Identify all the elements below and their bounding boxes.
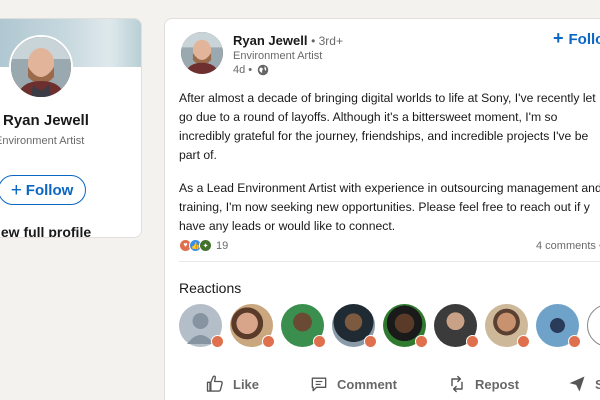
- love-badge-icon: [415, 335, 428, 348]
- post-paragraph: After almost a decade of bringing digita…: [179, 91, 596, 162]
- post-time: 4d •: [233, 64, 253, 76]
- post-card: Ryan Jewell • 3rd+ Environment Artist 4d…: [164, 18, 600, 400]
- comment-icon: [311, 377, 327, 392]
- globe-icon: [257, 64, 269, 76]
- love-badge-icon: [568, 335, 581, 348]
- author-avatar-photo: [181, 32, 223, 74]
- follow-button[interactable]: + Follow: [0, 175, 86, 205]
- post-author-name[interactable]: Ryan Jewell: [233, 33, 307, 48]
- love-badge-icon: [313, 335, 326, 348]
- like-button[interactable]: Like: [205, 374, 259, 394]
- post-author-headline: Environment Artist: [233, 50, 323, 62]
- post-actions-bar: Like Comment Repost S: [165, 364, 600, 400]
- reactor-avatar[interactable]: [434, 304, 479, 348]
- comments-count[interactable]: 4 comments •: [536, 240, 600, 252]
- reactor-avatar[interactable]: [179, 304, 224, 348]
- celebrate-icon: ✦: [199, 239, 212, 252]
- reactions-title: Reactions: [179, 280, 242, 296]
- profile-headline: Environment Artist: [0, 135, 85, 147]
- love-badge-icon: [466, 335, 479, 348]
- love-badge-icon: [211, 335, 224, 348]
- view-full-profile-link[interactable]: iew full profile: [0, 224, 91, 237]
- reactor-avatar[interactable]: [332, 304, 377, 348]
- reaction-summary[interactable]: ♥ 👍 ✦ 19: [179, 239, 228, 252]
- post-author-line: Ryan Jewell • 3rd+: [233, 33, 343, 48]
- profile-avatar[interactable]: [9, 35, 73, 99]
- post-author-avatar[interactable]: [181, 32, 223, 74]
- send-button[interactable]: S: [567, 374, 600, 394]
- profile-name[interactable]: Ryan Jewell: [3, 112, 89, 129]
- post-follow-label: Follo: [568, 31, 600, 48]
- send-icon: [569, 376, 585, 392]
- reactor-avatar[interactable]: [281, 304, 326, 348]
- follow-label: Follow: [25, 181, 74, 199]
- reactor-avatar[interactable]: [230, 304, 275, 348]
- more-reactors-button[interactable]: +: [587, 304, 600, 347]
- repost-button[interactable]: Repost: [447, 374, 519, 394]
- post-meta: 4d •: [233, 64, 269, 76]
- divider: [179, 261, 600, 262]
- post-paragraph: As a Lead Environment Artist with experi…: [179, 181, 600, 233]
- reactor-avatar[interactable]: [485, 304, 530, 348]
- repost-icon: [451, 375, 463, 393]
- like-label: Like: [233, 376, 260, 392]
- reaction-count: 19: [216, 239, 229, 252]
- plus-icon: +: [10, 179, 22, 201]
- love-badge-icon: [364, 335, 377, 348]
- profile-avatar-photo: [11, 37, 71, 97]
- love-badge-icon: [262, 335, 275, 348]
- post-follow-button[interactable]: +Follo: [553, 28, 600, 49]
- reactor-list: +: [179, 304, 600, 348]
- connection-degree: • 3rd+: [311, 34, 343, 48]
- reactor-avatar[interactable]: [536, 304, 581, 348]
- profile-card: Ryan Jewell Environment Artist + Follow …: [0, 18, 142, 238]
- send-label: S: [595, 377, 600, 392]
- comment-label: Comment: [337, 376, 397, 392]
- thumbs-up-icon: [206, 375, 223, 392]
- repost-label: Repost: [475, 376, 520, 392]
- comment-button[interactable]: Comment: [309, 374, 397, 394]
- reactor-avatar[interactable]: [383, 304, 428, 348]
- post-body: After almost a decade of bringing digita…: [179, 89, 600, 236]
- love-badge-icon: [517, 335, 530, 348]
- plus-icon: +: [553, 28, 564, 48]
